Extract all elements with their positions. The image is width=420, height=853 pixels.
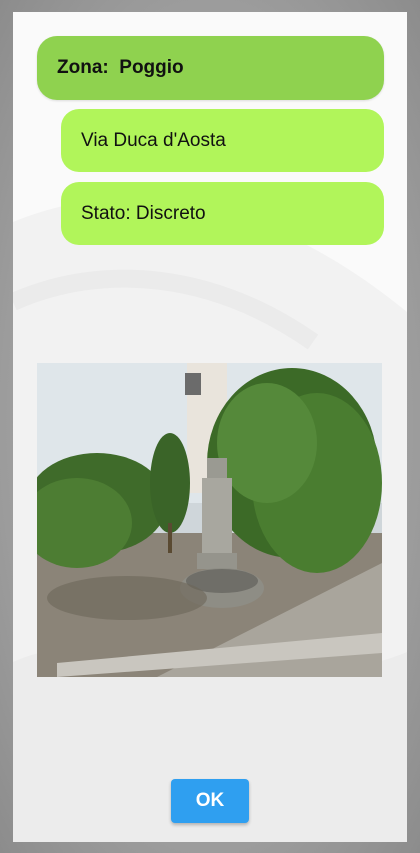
- fountain-detail-dialog: Zona: Poggio Via Duca d'Aosta Stato: Dis…: [13, 12, 407, 842]
- fountain-photo-illustration: [37, 363, 382, 677]
- street-pill: Via Duca d'Aosta: [61, 109, 384, 172]
- status-label: Stato: Discreto: [81, 202, 206, 224]
- zone-header: Zona: Poggio: [37, 36, 384, 100]
- ok-button[interactable]: OK: [171, 779, 249, 823]
- street-label: Via Duca d'Aosta: [81, 129, 226, 151]
- zone-label: Zona: Poggio: [57, 57, 184, 78]
- screen-background: Zona: Poggio Via Duca d'Aosta Stato: Dis…: [0, 0, 420, 853]
- fountain-photo: [37, 363, 382, 677]
- status-pill: Stato: Discreto: [61, 182, 384, 245]
